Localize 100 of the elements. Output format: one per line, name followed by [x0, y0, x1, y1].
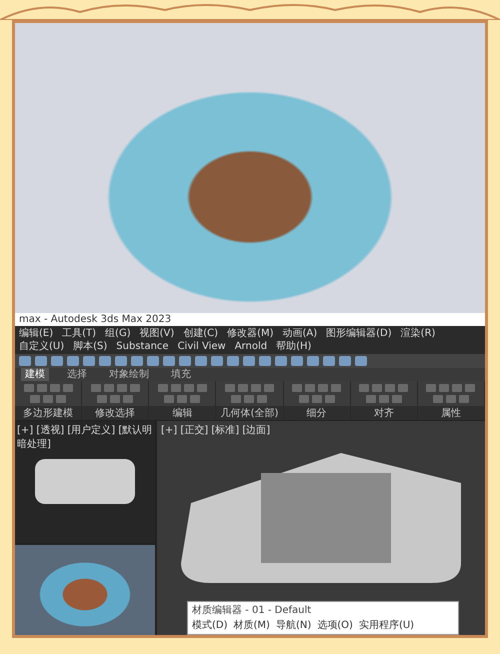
ribbon-icon[interactable]	[244, 395, 254, 403]
ribbon-icon[interactable]	[372, 384, 382, 392]
ribbon-icon[interactable]	[224, 384, 235, 392]
menu-item[interactable]: 编辑(E)	[19, 327, 54, 340]
toolbar-icon[interactable]	[19, 356, 31, 366]
ribbon-icon[interactable]	[292, 384, 302, 392]
ribbon-icon[interactable]	[465, 384, 476, 392]
menu-item[interactable]: 实用程序(U)	[358, 618, 414, 632]
ribbon-icon[interactable]	[298, 395, 309, 403]
ribbon-icon[interactable]	[385, 384, 396, 392]
ribbon-icon[interactable]	[110, 395, 120, 403]
ribbon-icon[interactable]	[190, 395, 200, 403]
ribbon-icon[interactable]	[231, 395, 242, 403]
ribbon-tab[interactable]: 选择	[63, 368, 91, 381]
ribbon-icon[interactable]	[36, 384, 47, 392]
ribbon-tab[interactable]: 对象绘制	[105, 368, 153, 381]
ribbon-icon[interactable]	[398, 384, 408, 392]
ribbon-panel-label: 几何体(全部)	[216, 406, 283, 420]
ribbon-icon[interactable]	[130, 384, 140, 392]
toolbar-icon[interactable]	[291, 356, 303, 366]
menu-item[interactable]: 自定义(U)	[19, 340, 64, 353]
ribbon-icon[interactable]	[158, 384, 168, 392]
ribbon-tab[interactable]: 填充	[167, 368, 195, 381]
toolbar-icon[interactable]	[147, 356, 159, 366]
menu-item[interactable]: 视图(V)	[140, 327, 174, 340]
ribbon-icon[interactable]	[426, 384, 436, 392]
ribbon-icon[interactable]	[24, 384, 34, 392]
menu-item[interactable]: Arnold	[234, 340, 268, 353]
ribbon-icon[interactable]	[257, 395, 268, 403]
ribbon-icon[interactable]	[90, 384, 101, 392]
ribbon-icon[interactable]	[56, 395, 66, 403]
ribbon-icon[interactable]	[439, 384, 450, 392]
toolbar-icon[interactable]	[163, 356, 175, 366]
ribbon-icon[interactable]	[378, 395, 389, 403]
ribbon-icon[interactable]	[30, 395, 40, 403]
toolbar-icon[interactable]	[227, 356, 239, 366]
ribbon-icon[interactable]	[324, 395, 335, 403]
toolbar-icon[interactable]	[83, 356, 95, 366]
menu-item[interactable]: Civil View	[178, 340, 226, 353]
ribbon-icon[interactable]	[43, 395, 54, 403]
menu-item[interactable]: 组(G)	[105, 327, 131, 340]
menu-item[interactable]: 图形编辑器(D)	[326, 327, 392, 340]
ribbon-icon[interactable]	[184, 384, 194, 392]
ribbon-icon[interactable]	[62, 384, 73, 392]
menu-item[interactable]: 脚本(S)	[73, 340, 108, 353]
toolbar-icon[interactable]	[355, 356, 367, 366]
ribbon-icon[interactable]	[170, 384, 181, 392]
toolbar-icon[interactable]	[131, 356, 143, 366]
menu-item[interactable]: 创建(C)	[183, 327, 218, 340]
menu-item[interactable]: 帮助(H)	[276, 340, 312, 353]
menu-item[interactable]: 导航(N)	[276, 618, 312, 632]
toolbar-icon[interactable]	[307, 356, 319, 366]
menu-item[interactable]: 材质(M)	[234, 618, 270, 632]
ribbon-icon[interactable]	[432, 395, 443, 403]
menu-item[interactable]: 选项(O)	[317, 618, 353, 632]
toolbar-icon[interactable]	[115, 356, 127, 366]
toolbar-icon[interactable]	[339, 356, 351, 366]
toolbar-icon[interactable]	[275, 356, 287, 366]
toolbar-icon[interactable]	[195, 356, 207, 366]
toolbar-icon[interactable]	[323, 356, 335, 366]
toolbar-icon[interactable]	[99, 356, 111, 366]
toolbar-icon[interactable]	[243, 356, 255, 366]
ribbon-icon[interactable]	[392, 395, 402, 403]
ribbon-icon[interactable]	[104, 384, 114, 392]
menu-item[interactable]: 渲染(R)	[400, 327, 436, 340]
ribbon-icon[interactable]	[50, 384, 60, 392]
menu-item[interactable]: 修改器(M)	[227, 327, 274, 340]
ribbon-icon[interactable]	[250, 384, 261, 392]
ribbon-icon[interactable]	[312, 395, 322, 403]
ribbon-icon[interactable]	[264, 384, 274, 392]
ribbon-icon[interactable]	[452, 384, 462, 392]
ribbon-panel-label: 属性	[418, 406, 484, 420]
ribbon-icon[interactable]	[164, 395, 174, 403]
toolbar-icon[interactable]	[51, 356, 63, 366]
ribbon-tab[interactable]: 建模	[21, 368, 49, 381]
ribbon-icon[interactable]	[196, 384, 207, 392]
toolbar-icon[interactable]	[179, 356, 191, 366]
toolbar-icon[interactable]	[211, 356, 223, 366]
ribbon-icon[interactable]	[123, 395, 134, 403]
ribbon-icon[interactable]	[458, 395, 469, 403]
menu-item[interactable]: 模式(D)	[192, 618, 228, 632]
ribbon-icon[interactable]	[177, 395, 188, 403]
ribbon-panel-label: 对齐	[350, 406, 417, 420]
ribbon-icon[interactable]	[366, 395, 376, 403]
menu-item[interactable]: Substance	[116, 340, 169, 353]
ribbon-icon[interactable]	[331, 384, 342, 392]
menu-item[interactable]: 动画(A)	[282, 327, 318, 340]
ribbon-icon[interactable]	[359, 384, 370, 392]
ribbon-icon[interactable]	[238, 384, 248, 392]
toolbar-icon[interactable]	[259, 356, 271, 366]
ribbon-icon[interactable]	[305, 384, 316, 392]
ribbon-icon[interactable]	[446, 395, 456, 403]
viewport-label: [+] [透视] [用户定义] [默认明暗处理]	[17, 424, 153, 451]
toolbar-icon[interactable]	[67, 356, 79, 366]
menu-item[interactable]: 工具(T)	[62, 327, 96, 340]
ribbon-icon[interactable]	[97, 395, 108, 403]
toolbar-icon[interactable]	[35, 356, 47, 366]
ribbon-icon[interactable]	[116, 384, 127, 392]
ribbon-icon[interactable]	[318, 384, 328, 392]
ribbon-panel-label: 修改选择	[82, 406, 148, 420]
